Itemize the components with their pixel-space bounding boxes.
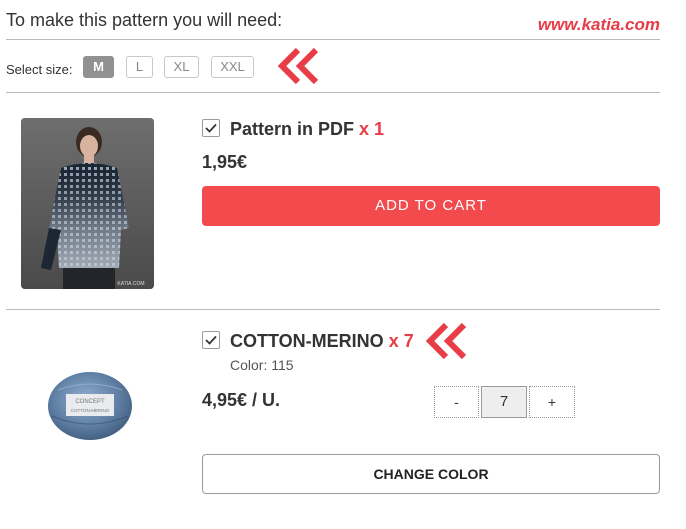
checkmark-icon (205, 123, 217, 133)
size-label: Select size: (6, 62, 73, 77)
yarn-checkbox[interactable] (202, 331, 220, 349)
quantity-increase-button[interactable]: + (529, 386, 575, 418)
checkmark-icon (205, 335, 217, 345)
change-color-button[interactable]: CHANGE COLOR (202, 454, 660, 494)
size-option-xl[interactable]: XL (164, 56, 199, 78)
quantity-input[interactable]: 7 (481, 386, 527, 418)
pattern-checkbox[interactable] (202, 119, 220, 137)
section-header: To make this pattern you will need: www.… (6, 8, 660, 40)
image-caption: KATIA.COM (117, 281, 144, 287)
add-to-cart-button[interactable]: ADD TO CART (202, 186, 660, 226)
yarn-title-row: COTTON-MERINO x 7 (230, 331, 414, 352)
size-selector: Select size: M L XL XXL (6, 56, 666, 78)
pattern-title-row: Pattern in PDF x 1 (230, 119, 384, 140)
sweater-pattern-image[interactable]: KATIA.COM (21, 118, 154, 289)
double-chevron-left-icon (425, 322, 467, 360)
size-option-xxl[interactable]: XXL (211, 56, 254, 78)
quantity-decrease-button[interactable]: - (434, 386, 479, 418)
pattern-price: 1,95€ (202, 152, 248, 172)
pattern-title: Pattern in PDF (230, 119, 355, 139)
yarn-brand-text: CONCEPT (75, 399, 105, 405)
section-title: To make this pattern you will need: (6, 10, 283, 30)
katia-watermark: www.katia.com (537, 15, 660, 34)
divider-middle (6, 309, 660, 310)
yarn-title: COTTON-MERINO (230, 331, 384, 351)
size-option-l[interactable]: L (126, 56, 153, 78)
divider-top (6, 92, 660, 93)
yarn-product-text: COTTON-MERINO (71, 408, 110, 413)
double-chevron-left-icon (277, 47, 319, 85)
yarn-color: Color: 115 (230, 357, 294, 373)
yarn-quantity: x 7 (388, 331, 414, 351)
pattern-quantity: x 1 (359, 119, 385, 139)
yarn-price: 4,95€ / U. (202, 390, 281, 410)
yarn-ball-image[interactable]: CONCEPT COTTON-MERINO (40, 342, 140, 452)
size-option-m[interactable]: M (83, 56, 114, 78)
